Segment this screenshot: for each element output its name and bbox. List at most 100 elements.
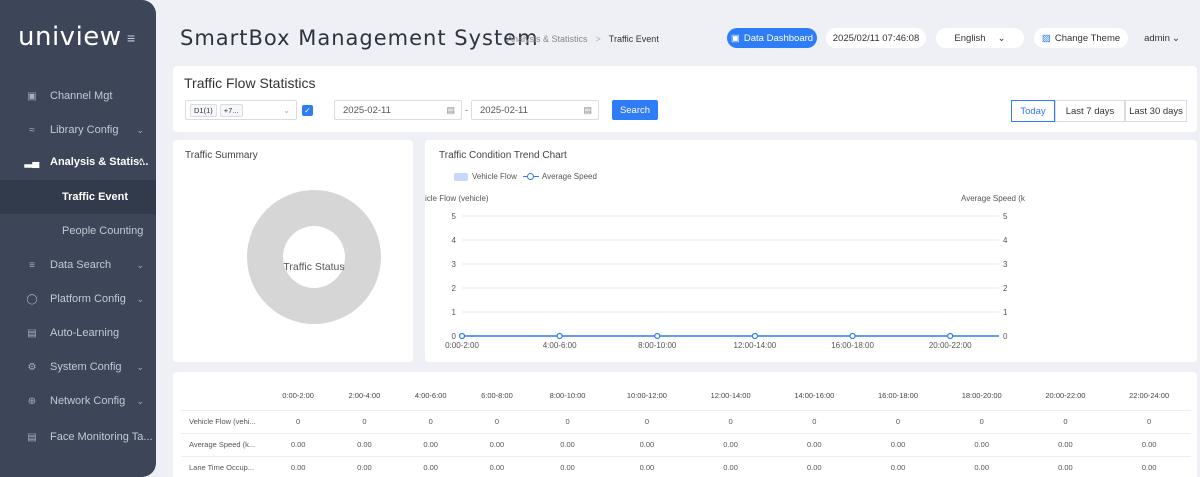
traffic-table-panel: 0:00-2:00 2:00-4:00 4:00-6:00 6:00-8:00 8:00… — [173, 372, 1197, 477]
breadcrumb: Analysis & Statistics > Traffic Event — [507, 34, 659, 44]
sidebar-item-auto-learning[interactable]: ▤ Auto-Learning — [0, 316, 156, 350]
y-tick-label-left: 2 — [452, 284, 457, 293]
table-cell: 0 — [856, 409, 940, 433]
average-speed-point[interactable] — [849, 332, 856, 340]
filter-panel: Traffic Flow Statistics D1(1) +7... ⌄ ✓ … — [173, 66, 1197, 132]
table-cell: 0.00 — [397, 432, 464, 456]
table-cell: 0.00 — [1107, 432, 1191, 456]
x-tick-label: 20:00-22:00 — [929, 341, 972, 350]
table-header-row: 0:00-2:00 2:00-4:00 4:00-6:00 6:00-8:00 8:00… — [181, 382, 1191, 410]
table-cell: 0.00 — [856, 455, 940, 477]
table-cell: 0.00 — [265, 432, 332, 456]
settings-icon: ⚙ — [27, 361, 37, 373]
end-date-input[interactable]: 2025-02-11 ▤ — [471, 100, 599, 120]
chevron-down-icon: ⌄ — [136, 293, 144, 304]
x-tick-label: 0:00-2:00 — [445, 341, 479, 350]
table-row: Average Speed (k... 0.00 0.00 0.00 0.00 0.00 0… — [181, 432, 1191, 456]
column-header: 4:00-6:00 — [414, 391, 447, 401]
table-cell: 0.00 — [463, 432, 531, 456]
table-cell: 0 — [772, 409, 857, 433]
search-icon: ≡ — [29, 259, 35, 271]
data-dashboard-button[interactable]: ▣ Data Dashboard — [727, 28, 817, 48]
table-cell: 0.00 — [331, 455, 398, 477]
y-tick-label-right: 2 — [1003, 284, 1008, 293]
search-button[interactable]: Search — [612, 100, 658, 120]
table-row: Vehicle Flow (vehi... 0 0 0 0 0 0 0 0 0 0 0 0 — [181, 409, 1191, 433]
average-speed-point[interactable] — [751, 332, 759, 340]
start-date-input[interactable]: 2025-02-11 ▤ — [334, 100, 462, 120]
sidebar-item-label: Auto-Learning — [50, 327, 120, 339]
table-cell: 0 — [530, 409, 606, 433]
globe-icon: ⊕ — [27, 395, 37, 407]
table-cell: 0.00 — [1107, 455, 1191, 477]
uniview-logo: uniview — [18, 22, 122, 52]
change-theme-label: Change Theme — [1054, 32, 1121, 44]
table-cell: 0.00 — [688, 455, 773, 477]
sidebar-item-label: Platform Config — [50, 293, 126, 305]
table-cell: 0 — [1023, 409, 1108, 433]
range-today-button[interactable]: Today — [1011, 100, 1055, 122]
column-header: 2:00-4:00 — [348, 391, 381, 401]
column-header: 16:00-18:00 — [877, 391, 919, 401]
section-title: Traffic Flow Statistics — [184, 75, 316, 91]
sidebar-item-channel-mgt[interactable]: ▣ Channel Mgt — [0, 79, 156, 113]
datetime-display: 2025/02/11 07:46:08 — [826, 28, 926, 48]
sidebar-item-data-search[interactable]: ≡ Data Search ⌄ — [0, 248, 156, 282]
column-header: 8:00-10:00 — [549, 391, 586, 401]
x-tick-label: 12:00-14:00 — [734, 341, 777, 350]
table-cell: 0 — [688, 409, 773, 433]
sidebar-item-label: Network Config — [50, 395, 126, 407]
channel-icon: ▣ — [27, 90, 37, 102]
table-cell: 0.00 — [605, 432, 689, 456]
y-tick-label-right: 4 — [1003, 236, 1008, 245]
sidebar: uniview ≡ ▣ Channel Mgt ≈ Library Config… — [0, 0, 156, 477]
channel-select[interactable]: D1(1) +7... ⌄ — [185, 100, 297, 120]
change-theme-button[interactable]: ▨ Change Theme — [1034, 28, 1128, 48]
language-value: English — [954, 32, 986, 44]
table-cell: 0.00 — [1023, 455, 1108, 477]
column-header: 12:00-14:00 — [710, 391, 751, 401]
sidebar-item-label: Channel Mgt — [50, 90, 113, 102]
range-30-days-button[interactable]: Last 30 days — [1125, 100, 1187, 122]
language-select[interactable]: English ⌄ — [936, 28, 1024, 48]
sidebar-item-label: System Config — [50, 361, 122, 373]
sidebar-item-people-counting[interactable]: People Counting — [0, 214, 156, 248]
sidebar-item-library-config[interactable]: ≈ Library Config ⌄ — [0, 113, 156, 147]
sidebar-item-traffic-event[interactable]: Traffic Event — [0, 180, 156, 214]
monitor-icon: ▤ — [27, 431, 37, 443]
table-cell: 0.00 — [397, 455, 464, 477]
sidebar-item-network-config[interactable]: ⊕ Network Config ⌄ — [0, 384, 156, 418]
table-cell: 0.00 — [688, 432, 773, 456]
sidebar-item-label: Library Config — [50, 124, 119, 136]
table-corner-cell — [181, 382, 265, 410]
table-cell: 0.00 — [939, 455, 1024, 477]
user-name: admin — [1144, 32, 1170, 44]
range-7-days-button[interactable]: Last 7 days — [1055, 100, 1125, 122]
palette-icon: ▨ — [1041, 32, 1051, 44]
average-speed-point[interactable] — [947, 332, 954, 340]
sidebar-item-face-monitoring[interactable]: ▤ Face Monitoring Ta... — [0, 420, 156, 454]
channel-tag: D1(1) — [190, 103, 217, 117]
sidebar-item-label: Traffic Event — [62, 191, 129, 203]
sidebar-item-platform-config[interactable]: ◯ Platform Config ⌄ — [0, 282, 156, 316]
book-icon: ▤ — [27, 327, 37, 339]
column-header: 0:00-2:00 — [282, 391, 314, 401]
user-menu[interactable]: admin ⌄ — [1136, 28, 1188, 48]
library-icon: ≈ — [29, 124, 35, 136]
sidebar-item-system-config[interactable]: ⚙ System Config ⌄ — [0, 350, 156, 384]
select-all-checkbox[interactable]: ✓ — [302, 105, 313, 116]
table-cell: 0.00 — [530, 432, 606, 456]
sidebar-item-analysis-statistics[interactable]: ▂▄ Analysis & Statis... ^ — [0, 145, 156, 179]
menu-toggle-icon[interactable]: ≡ — [127, 30, 135, 46]
chevron-down-icon: ⌄ — [136, 395, 144, 406]
trend-chart: 5 54 43 32 21 10 00:00-2:00 4:00-6:00 8:00-10:00… — [445, 212, 1008, 350]
breadcrumb-parent[interactable]: Analysis & Statistics — [507, 34, 588, 44]
chevron-down-icon: ⌄ — [997, 32, 1006, 44]
column-header: 14:00-16:00 — [794, 391, 835, 401]
average-speed-point[interactable] — [654, 332, 661, 340]
table-cell: 0.00 — [265, 455, 332, 477]
table-cell: 0 — [463, 409, 531, 433]
table-cell: 0 — [397, 409, 464, 433]
average-speed-point[interactable] — [458, 332, 466, 340]
average-speed-point[interactable] — [556, 332, 563, 340]
